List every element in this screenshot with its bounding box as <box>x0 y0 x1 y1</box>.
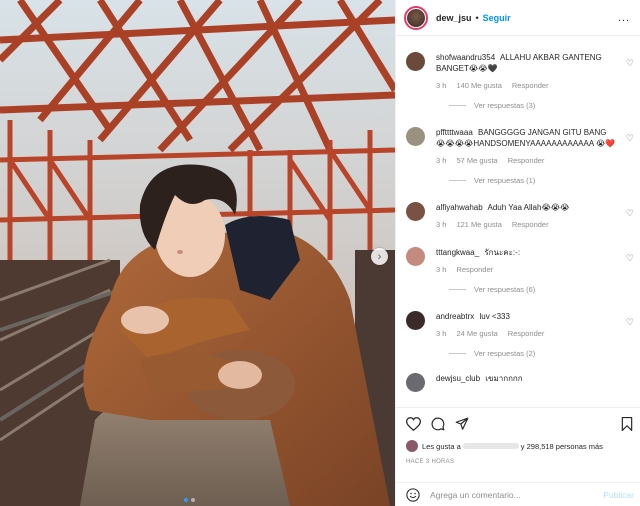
follow-button[interactable]: Seguir <box>483 13 511 23</box>
comments-list[interactable]: shofwaandru354 ALLAHU AKBAR GANTENG BANG… <box>396 37 640 407</box>
comment-username[interactable]: pffttttwaaa <box>436 128 473 137</box>
heart-icon[interactable]: ♡ <box>626 133 634 144</box>
commenter-avatar[interactable] <box>406 52 425 71</box>
comment-text: รักนะคะ:-: <box>484 248 521 257</box>
view-replies-button[interactable]: Ver respuestas (1) <box>449 176 640 185</box>
bookmark-icon[interactable] <box>621 417 633 431</box>
comment-item: pffttttwaaa BANGGGGG JANGAN GITU BANG 😭😭… <box>396 127 640 185</box>
comment-input[interactable] <box>430 489 590 500</box>
view-replies-button[interactable]: Ver respuestas (3) <box>449 101 640 110</box>
comment-likes[interactable]: 57 Me gusta <box>456 155 497 166</box>
commenter-avatar[interactable] <box>406 202 425 221</box>
post-actions: Les gusta a y 298,518 personas más HACE … <box>396 407 640 475</box>
header-separator: • <box>475 12 479 23</box>
emoji-icon[interactable] <box>406 487 420 502</box>
heart-icon[interactable]: ♡ <box>626 253 634 264</box>
commenter-avatar[interactable] <box>406 311 425 330</box>
post-time-ago[interactable]: HACE 3 HORAS <box>396 459 640 465</box>
reply-button[interactable]: Responder <box>512 80 549 91</box>
comment-text: เขมากกกก <box>485 374 523 383</box>
comment-likes[interactable]: 121 Me gusta <box>456 219 501 230</box>
carousel-dot-active <box>184 498 188 502</box>
comment-text: luv <333 <box>479 312 510 321</box>
heart-icon[interactable]: ♡ <box>626 317 634 328</box>
heart-icon[interactable]: ♡ <box>626 208 634 219</box>
author-username[interactable]: dew_jsu <box>436 13 472 23</box>
likes-count-text[interactable]: y 298,518 personas más <box>521 442 603 451</box>
liker-avatar <box>406 440 418 452</box>
next-photo-button[interactable]: › <box>371 248 388 265</box>
comment-username[interactable]: shofwaandru354 <box>436 53 495 62</box>
comment-item: andreabtrx luv <333 3 h 24 Me gusta Resp… <box>396 311 640 358</box>
post-side-panel: dew_jsu • Seguir ... shofwaandru354 ALLA… <box>395 0 640 506</box>
post-header: dew_jsu • Seguir ... <box>396 0 640 36</box>
comment-time[interactable]: 3 h <box>436 219 446 230</box>
commenter-avatar[interactable] <box>406 127 425 146</box>
view-replies-button[interactable]: Ver respuestas (6) <box>449 285 640 294</box>
comment-username[interactable]: tttangkwaa_ <box>436 248 479 257</box>
liker-name-redacted <box>462 443 519 449</box>
comment-item: tttangkwaa_ รักนะคะ:-: 3 h Responder ♡ V… <box>396 247 640 294</box>
view-replies-button[interactable]: Ver respuestas (2) <box>449 349 640 358</box>
likes-summary[interactable]: Les gusta a y 298,518 personas más <box>396 440 640 452</box>
likes-prefix: Les gusta a <box>422 441 461 451</box>
comment-time[interactable]: 3 h <box>436 264 446 275</box>
comment-icon[interactable] <box>431 417 445 431</box>
heart-icon[interactable] <box>406 417 421 431</box>
comment-time[interactable]: 3 h <box>436 328 446 339</box>
comment-likes[interactable]: 24 Me gusta <box>456 328 497 339</box>
comment-time[interactable]: 3 h <box>436 80 446 91</box>
post-photo: › <box>0 0 395 506</box>
reply-button[interactable]: Responder <box>512 219 549 230</box>
comment-time[interactable]: 3 h <box>436 155 446 166</box>
reply-button[interactable]: Responder <box>508 328 545 339</box>
comment-username[interactable]: andreabtrx <box>436 312 474 321</box>
comment-likes[interactable]: 140 Me gusta <box>456 80 501 91</box>
comment-username[interactable]: alfiyahwahab <box>436 203 483 212</box>
author-avatar[interactable] <box>404 5 428 30</box>
more-options-icon[interactable]: ... <box>618 12 630 24</box>
carousel-dot <box>191 498 195 502</box>
reply-button[interactable]: Responder <box>456 264 493 275</box>
add-comment-bar: Publicar <box>396 482 640 506</box>
chevron-right-icon: › <box>377 250 382 263</box>
comment-text: Aduh Yaa Allah😭😭😭 <box>487 203 570 212</box>
comment-username[interactable]: dewjsu_club <box>436 374 480 383</box>
publish-button[interactable]: Publicar <box>603 490 634 500</box>
comment-item: shofwaandru354 ALLAHU AKBAR GANTENG BANG… <box>396 52 640 110</box>
comment-item: alfiyahwahab Aduh Yaa Allah😭😭😭 3 h 121 M… <box>396 202 640 230</box>
carousel-dots <box>184 498 195 502</box>
reply-button[interactable]: Responder <box>508 155 545 166</box>
comment-item: dewjsu_club เขมากกกก <box>396 373 640 392</box>
heart-icon[interactable]: ♡ <box>626 58 634 69</box>
commenter-avatar[interactable] <box>406 247 425 266</box>
commenter-avatar[interactable] <box>406 373 425 392</box>
photo-illustration <box>0 0 395 506</box>
share-icon[interactable] <box>455 417 469 431</box>
